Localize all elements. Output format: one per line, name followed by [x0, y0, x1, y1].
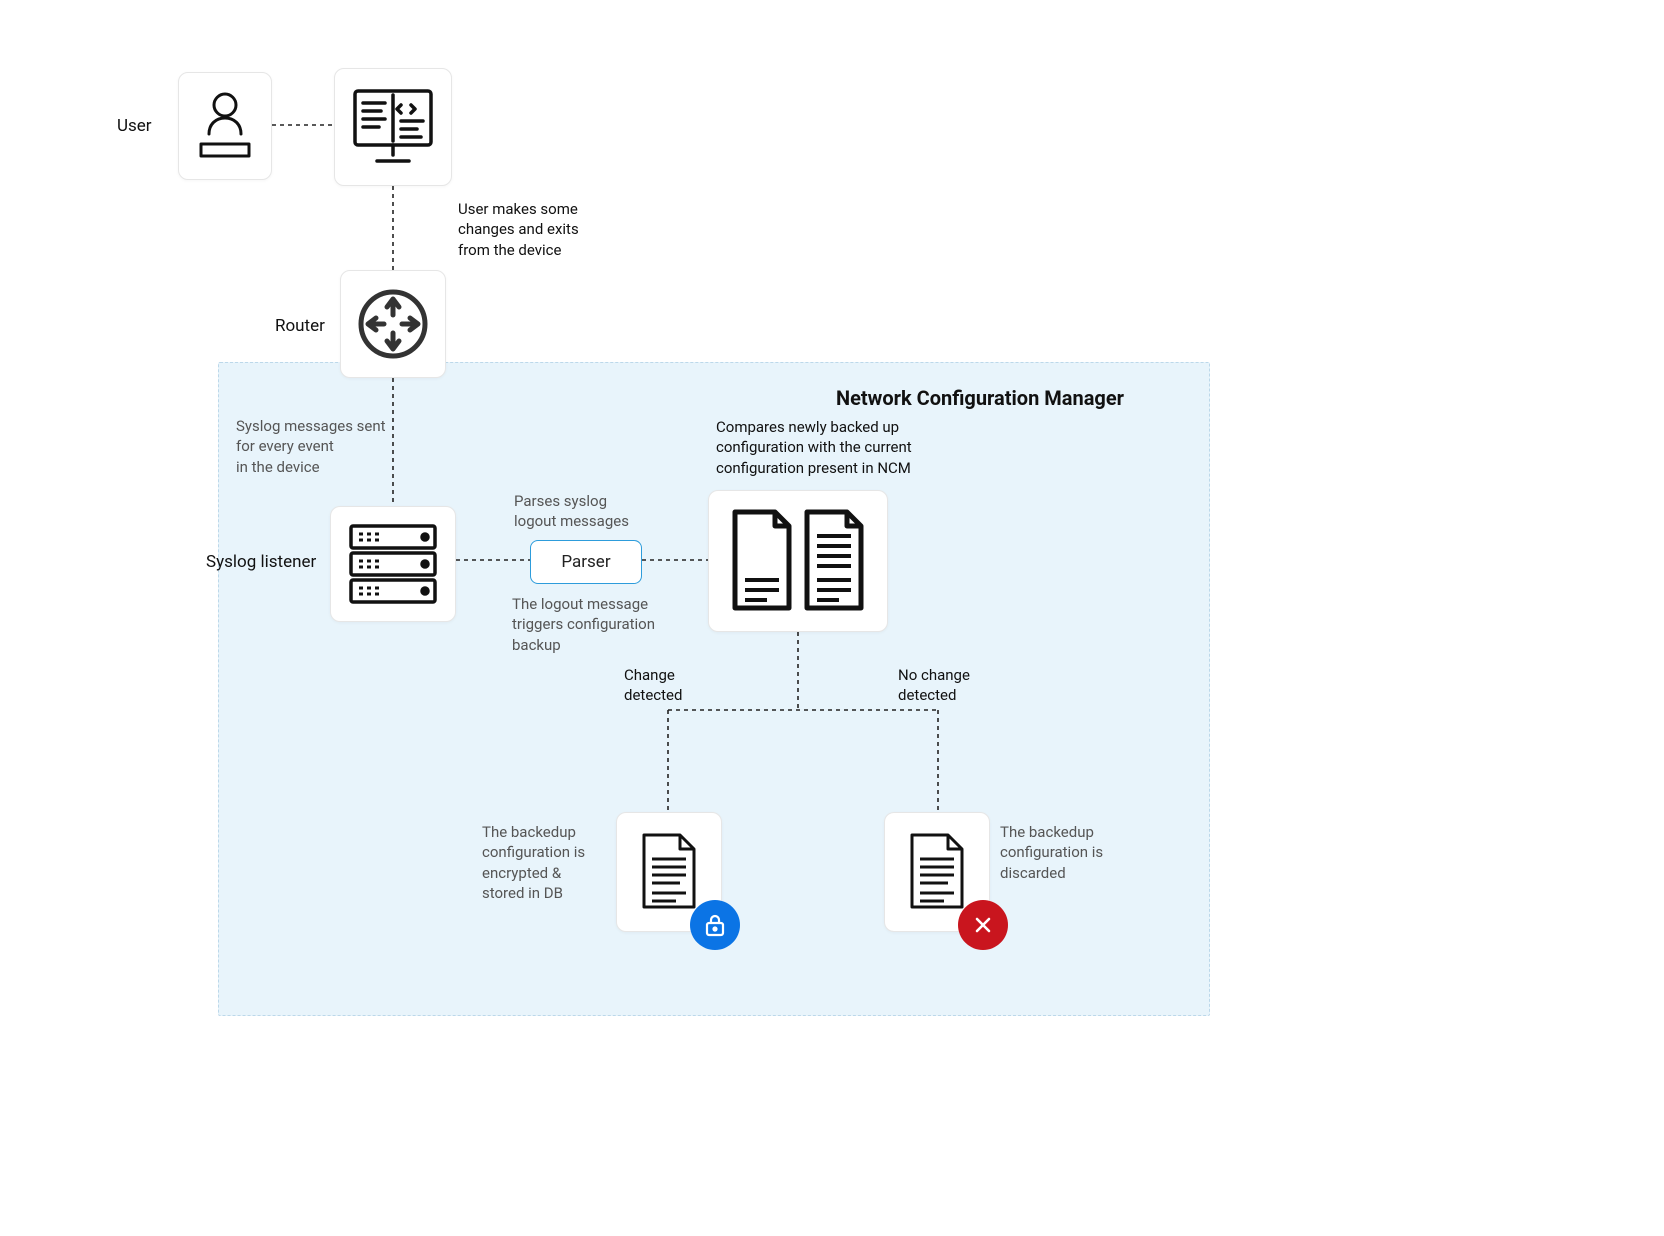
- ncm-title: Network Configuration Manager: [836, 386, 1124, 410]
- lock-badge: [690, 900, 740, 950]
- logout-trigger-caption: The logout message triggers configuratio…: [512, 594, 655, 655]
- compares-caption: Compares newly backed up configuration w…: [716, 417, 912, 478]
- discarded-caption: The backedup configuration is discarded: [1000, 822, 1103, 883]
- syslog-listener-node: [330, 506, 456, 622]
- user-label: User: [117, 116, 152, 136]
- terminal-monitor-icon: [351, 85, 435, 169]
- document-pair-icon: [725, 506, 871, 616]
- change-detected-caption: Change detected: [624, 665, 682, 706]
- stored-in-db-caption: The backedup configuration is encrypted …: [482, 822, 585, 903]
- document-icon: [906, 831, 968, 913]
- user-node: [178, 72, 272, 180]
- user-at-desk-icon: [195, 90, 255, 162]
- parser-label: Parser: [561, 552, 610, 572]
- document-pair-node: [708, 490, 888, 632]
- lock-icon: [703, 912, 727, 938]
- no-change-detected-caption: No change detected: [898, 665, 970, 706]
- x-badge: [958, 900, 1008, 950]
- x-icon: [972, 914, 994, 936]
- parses-syslog-caption: Parses syslog logout messages: [514, 491, 629, 532]
- syslog-sent-caption: Syslog messages sent for every event in …: [236, 416, 386, 477]
- syslog-listener-label: Syslog listener: [206, 552, 316, 572]
- user-exit-caption: User makes some changes and exits from t…: [458, 199, 579, 260]
- router-icon: [356, 287, 430, 361]
- router-node: [340, 270, 446, 378]
- document-icon: [638, 831, 700, 913]
- router-label: Router: [275, 316, 325, 336]
- server-stack-icon: [347, 522, 439, 606]
- terminal-node: [334, 68, 452, 186]
- parser-node: Parser: [530, 540, 642, 584]
